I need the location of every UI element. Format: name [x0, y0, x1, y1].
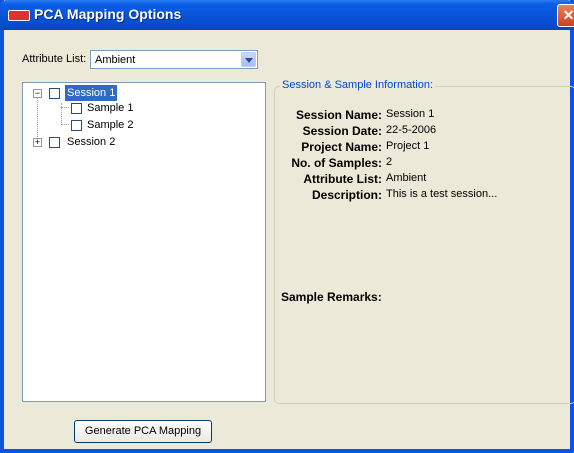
- info-value: Ambient: [386, 172, 427, 184]
- window-title: PCA Mapping Options: [34, 6, 182, 22]
- session-info-legend: Session & Sample Information:: [280, 79, 436, 91]
- close-icon[interactable]: ✕: [557, 4, 574, 27]
- generate-pca-mapping-button[interactable]: Generate PCA Mapping: [74, 420, 212, 443]
- checkbox[interactable]: [71, 120, 82, 131]
- attribute-list-value: Ambient: [95, 54, 136, 66]
- tree-node-session-2[interactable]: + Session 2: [33, 134, 233, 150]
- tree-node-label[interactable]: Sample 1: [87, 100, 133, 116]
- collapse-icon[interactable]: −: [33, 89, 42, 98]
- info-value: Session 1: [386, 108, 435, 120]
- title-bar[interactable]: PCA Mapping Options ✕: [0, 0, 574, 30]
- attribute-list-label: Attribute List:: [22, 53, 87, 65]
- checkbox[interactable]: [49, 88, 60, 99]
- generate-button-label: Generate PCA Mapping: [84, 425, 202, 437]
- chevron-down-icon[interactable]: [241, 52, 256, 67]
- tree-node-sample-2[interactable]: Sample 2: [71, 117, 251, 133]
- info-key: Session Name:: [295, 108, 382, 122]
- checkbox[interactable]: [49, 137, 60, 148]
- checkbox[interactable]: [71, 103, 82, 114]
- info-key: Session Date:: [302, 124, 382, 138]
- app-icon: [8, 10, 30, 21]
- info-key: Description:: [311, 188, 382, 202]
- tree-node-label[interactable]: Session 1: [65, 85, 118, 101]
- tree-node-sample-1[interactable]: Sample 1: [71, 100, 251, 116]
- session-tree[interactable]: − Session 1 Sample 1 Sample 2 + Session …: [22, 82, 266, 402]
- sample-remarks-label: Sample Remarks:: [281, 290, 382, 304]
- info-value: This is a test session...: [386, 188, 498, 200]
- info-value: Project 1: [386, 140, 430, 152]
- tree-node-label[interactable]: Session 2: [67, 134, 115, 150]
- tree-line: [61, 107, 69, 108]
- tree-node-label[interactable]: Sample 2: [87, 117, 133, 133]
- pca-mapping-dialog: PCA Mapping Options ✕ Attribute List: Am…: [0, 0, 574, 453]
- info-key: Project Name:: [301, 140, 382, 154]
- tree-line: [61, 124, 69, 125]
- info-value: 2: [386, 156, 393, 168]
- attribute-list-select[interactable]: Ambient: [90, 50, 258, 69]
- info-key: No. of Samples:: [291, 156, 382, 170]
- info-key: Attribute List:: [303, 172, 382, 186]
- info-value: 22-5-2006: [386, 124, 437, 136]
- tree-node-session-1[interactable]: − Session 1: [33, 85, 233, 101]
- expand-icon[interactable]: +: [33, 138, 42, 147]
